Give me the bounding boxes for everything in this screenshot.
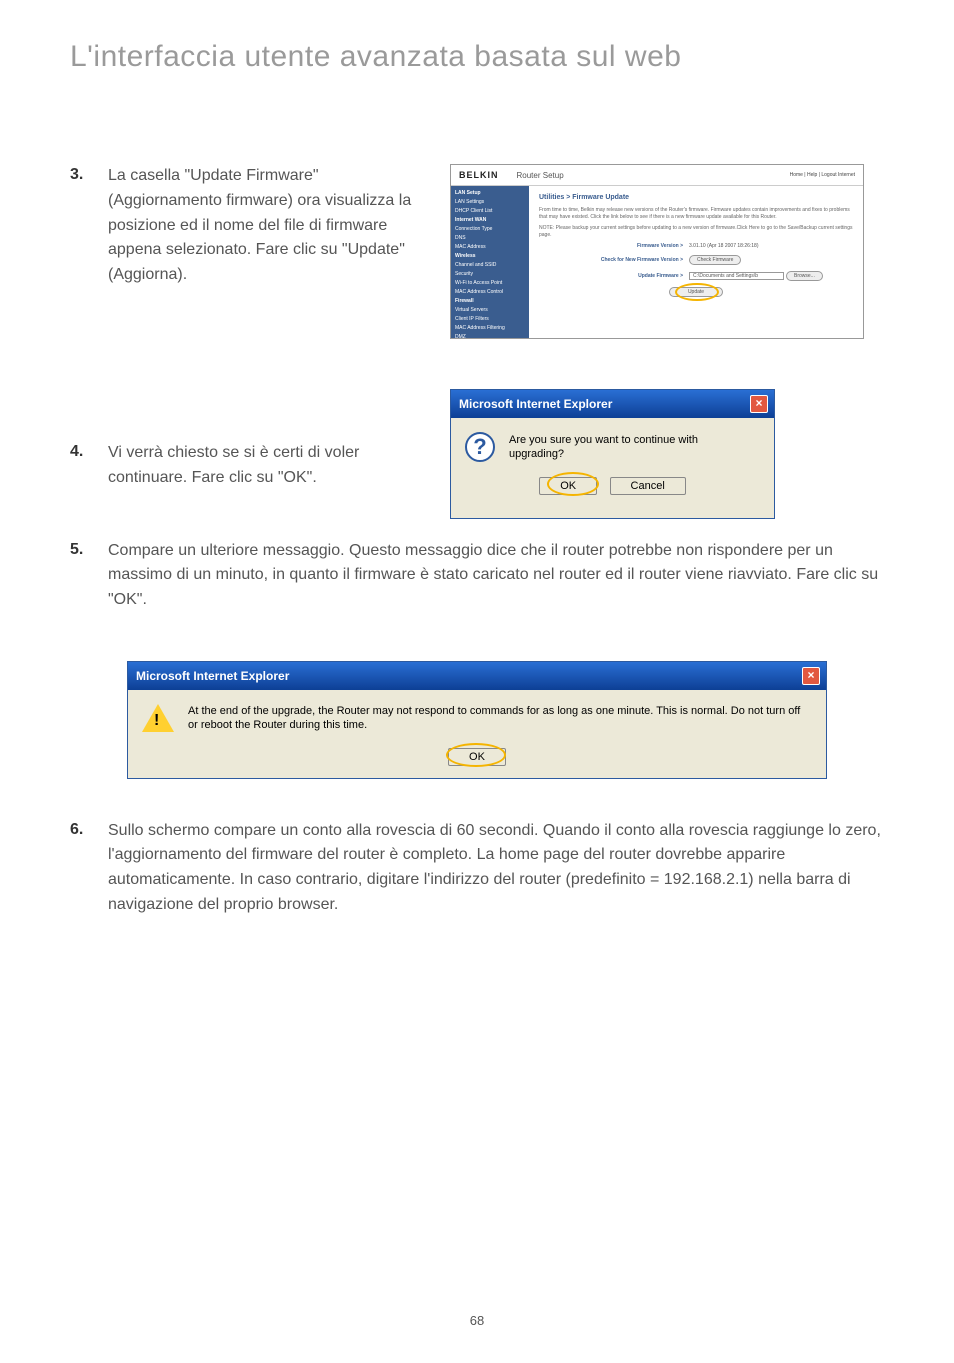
reboot-warning-dialog: Microsoft Internet Explorer × At the end… [127,661,827,779]
router-sidebar: LAN Setup LAN Settings DHCP Client List … [451,186,529,338]
router-desc-2: NOTE: Please backup your current setting… [539,225,853,238]
cancel-button[interactable]: Cancel [610,477,686,495]
page-title: L'interfaccia utente avanzata basata sul… [70,40,884,74]
router-header-title: Router Setup [517,171,564,180]
dialog1-message: Are you sure you want to continue with u… [509,433,756,462]
check-firmware-button[interactable]: Check Firmware [689,255,741,265]
item-6-number: 6. [70,819,108,839]
dialog1-title: Microsoft Internet Explorer [459,397,612,411]
router-header-links: Home | Help | Logout Internet [790,172,855,178]
router-desc-1: From time to time, Belkin may release ne… [539,207,853,220]
update-button[interactable]: Update [669,287,723,297]
close-icon[interactable]: × [750,395,768,413]
confirm-dialog: Microsoft Internet Explorer × ? Are you … [450,389,775,519]
ok-button[interactable]: OK [539,477,597,495]
firmware-version-label: Firmware Version > [539,243,689,249]
close-icon[interactable]: × [802,667,820,685]
question-icon: ? [465,432,495,462]
check-firmware-label: Check for New Firmware Version > [539,257,689,263]
update-firmware-label: Update Firmware > [539,273,689,279]
item-3-text: La casella "Update Firmware" (Aggiorname… [108,164,430,288]
router-breadcrumb: Utilities > Firmware Update [539,194,853,201]
page-number: 68 [0,1313,954,1328]
ok-button[interactable]: OK [448,748,506,766]
item-6-text: Sullo schermo compare un conto alla rove… [108,819,884,918]
dialog2-title: Microsoft Internet Explorer [136,669,289,683]
item-3-number: 3. [70,164,108,184]
firmware-version-value: 3.01.10 (Apr 18 2007 18:26:18) [689,243,759,249]
dialog2-message: At the end of the upgrade, the Router ma… [188,704,808,733]
router-setup-screenshot: BELKIN Router Setup Home | Help | Logout… [450,164,864,339]
warning-icon [142,704,174,732]
item-4-text: Vi verrà chiesto se si è certi di voler … [108,441,430,491]
firmware-path-input[interactable]: C:\Documents and Settings\b [689,272,784,280]
router-logo: BELKIN [459,170,499,180]
browse-button[interactable]: Browse... [786,271,823,281]
item-5-number: 5. [70,539,108,559]
item-5-text: Compare un ulteriore messaggio. Questo m… [108,539,884,613]
item-4-number: 4. [70,441,108,461]
